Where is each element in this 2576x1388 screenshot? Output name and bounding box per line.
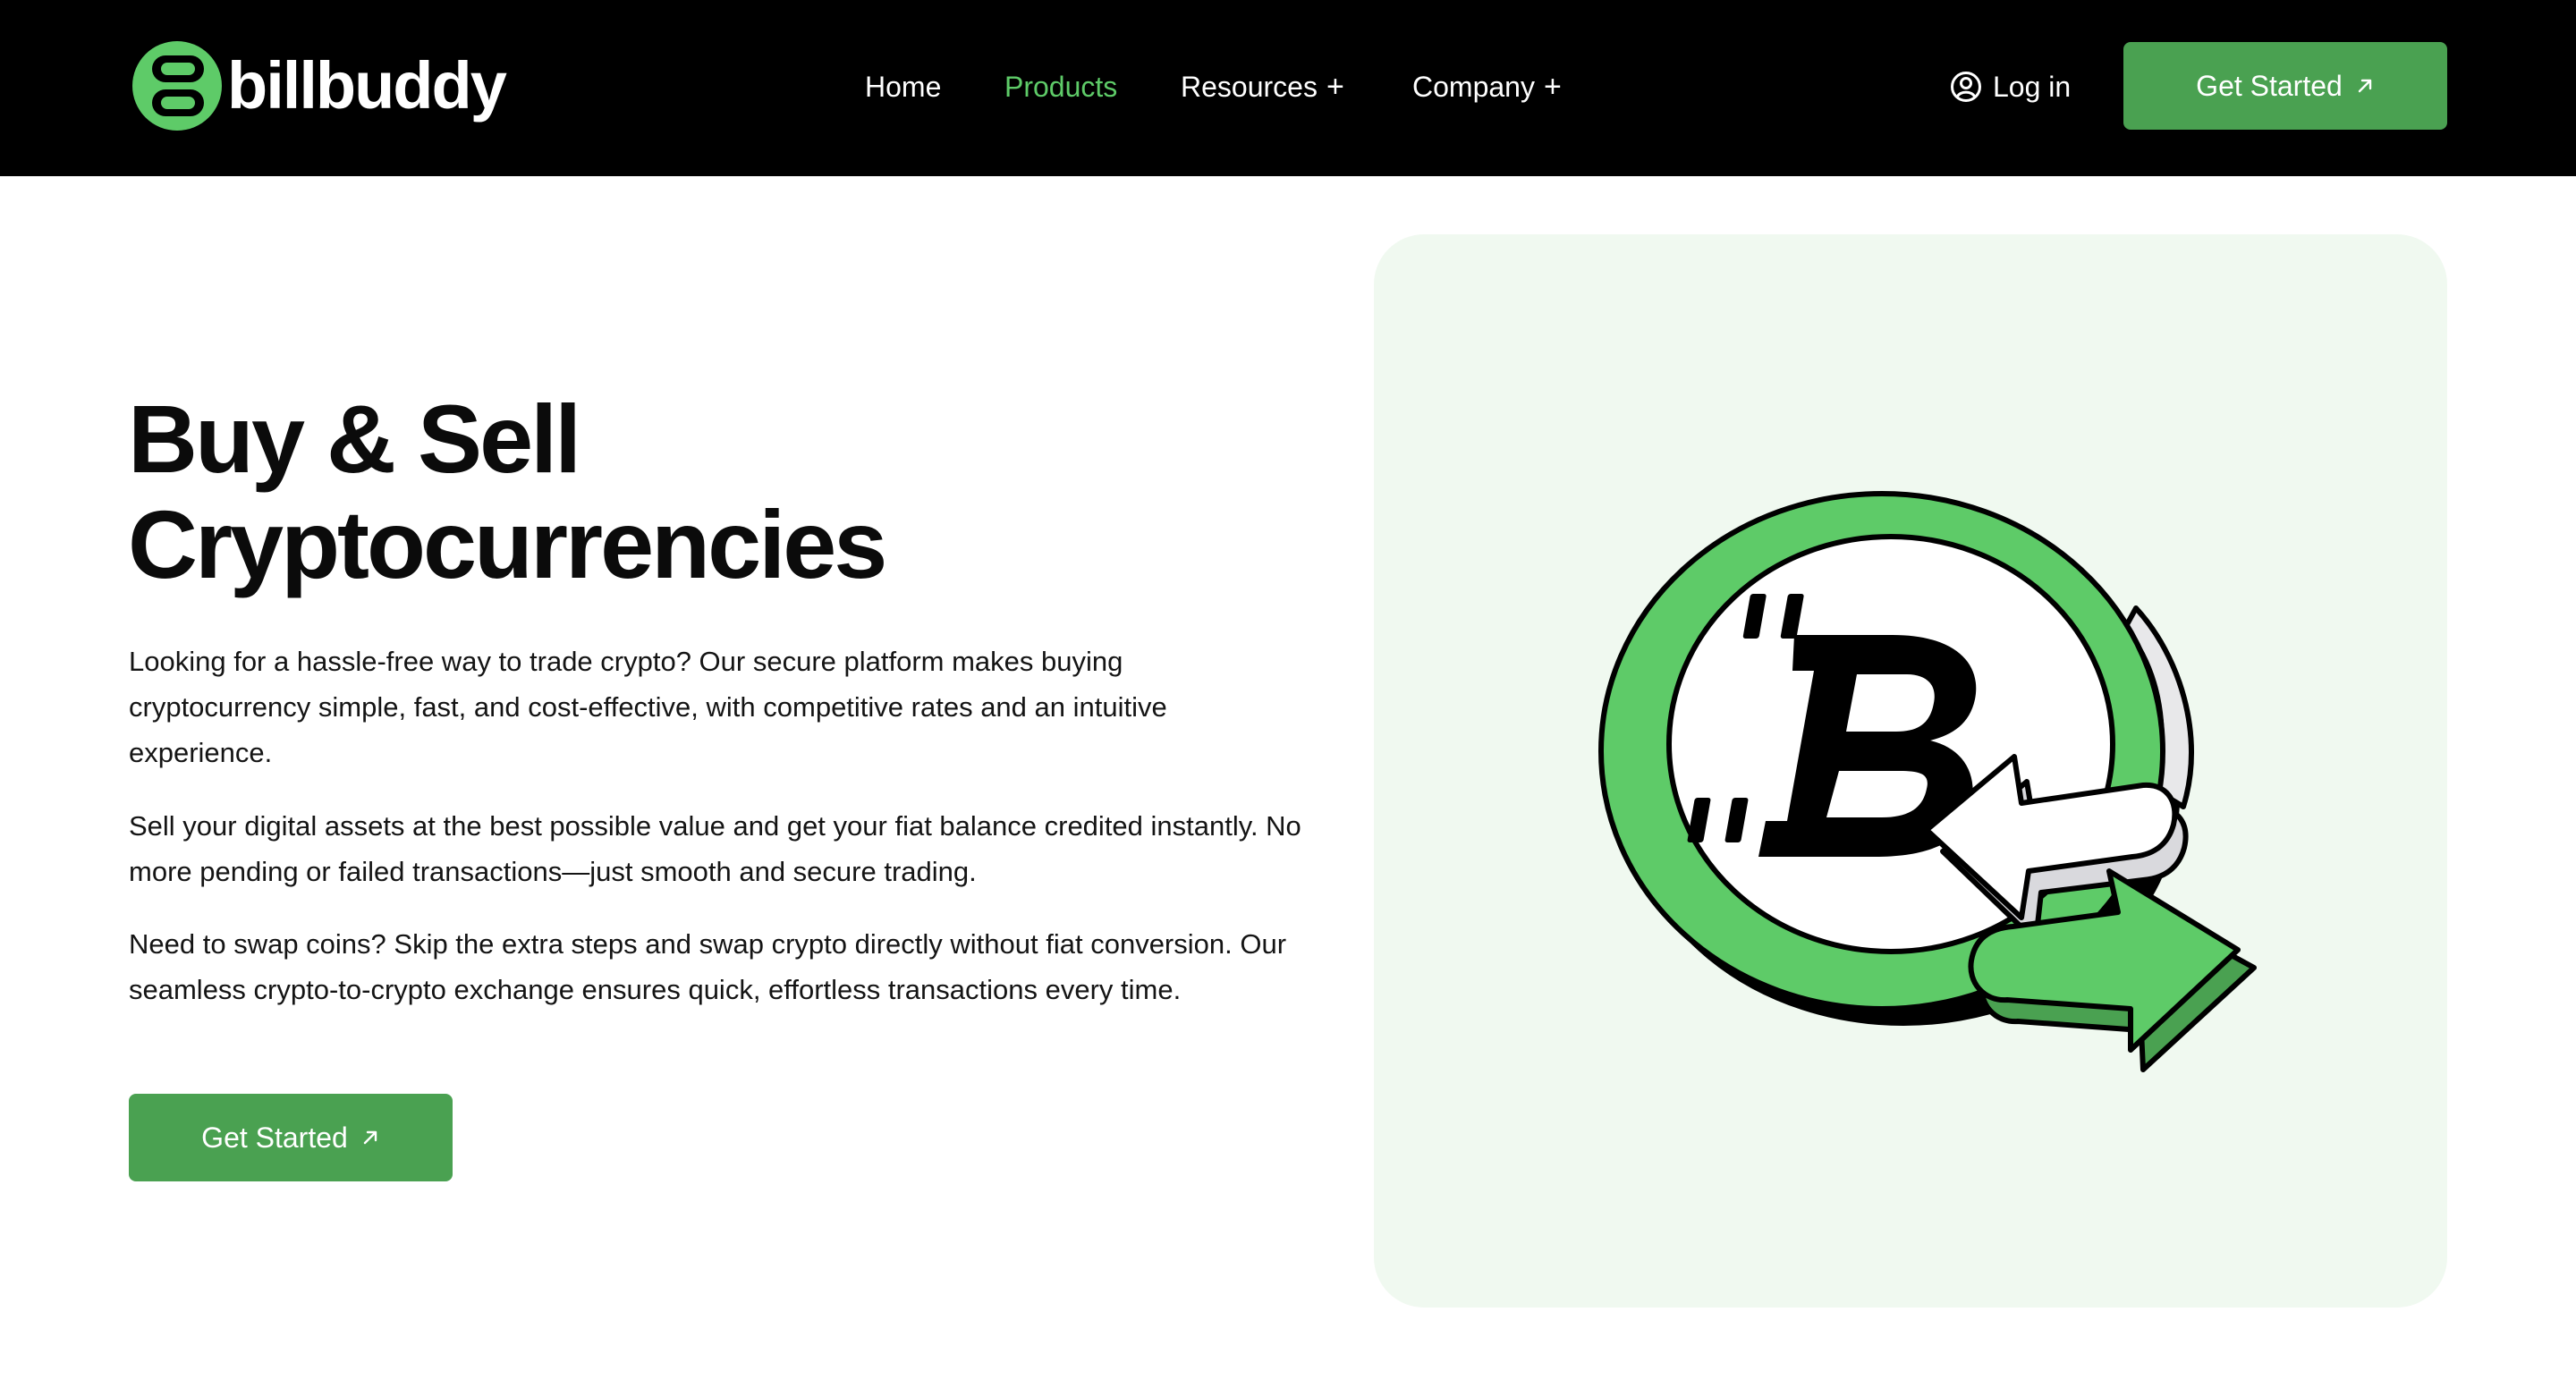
nav-company-label: Company	[1412, 71, 1535, 103]
login-link[interactable]: Log in	[1950, 64, 2071, 109]
arrow-up-right-icon	[363, 1130, 377, 1145]
bitcoin-exchange-illustration	[1598, 491, 2257, 1072]
hero-paragraph-buy: Looking for a hassle-free way to trade c…	[129, 646, 1167, 768]
nav-products-label: Products	[1004, 71, 1118, 103]
plus-icon: +	[1543, 70, 1562, 104]
arrow-up-right-icon	[2358, 79, 2372, 93]
nav-products[interactable]: Products	[1004, 64, 1117, 109]
site-header: billbuddy Home Products Resources + Compa…	[0, 0, 2576, 176]
hero-title-line-2: Cryptocurrencies	[128, 490, 887, 598]
hero-paragraph-sell: Sell your digital assets at the best pos…	[129, 810, 1301, 887]
header-get-started-button[interactable]: Get Started	[2123, 42, 2447, 130]
nav-company[interactable]: Company +	[1412, 64, 1562, 109]
nav-home[interactable]: Home	[865, 64, 941, 109]
hero-paragraph-swap: Need to swap coins? Skip the extra steps…	[129, 928, 1287, 1005]
nav-resources[interactable]: Resources +	[1181, 64, 1344, 109]
nav-home-label: Home	[865, 71, 942, 103]
hero-title-line-1: Buy & Sell	[128, 385, 581, 493]
user-circle-icon	[1951, 72, 1981, 102]
hero-get-started-button[interactable]: Get Started	[129, 1094, 453, 1181]
login-label: Log in	[1993, 71, 2072, 103]
hero-cta-label: Get Started	[201, 1121, 348, 1154]
header-cta-label: Get Started	[2196, 69, 2343, 102]
hero-illustration-panel	[1374, 234, 2447, 1308]
hero-title: Buy & Sell Cryptocurrencies	[128, 386, 1291, 597]
plus-icon: +	[1326, 70, 1344, 104]
nav-resources-label: Resources	[1181, 71, 1318, 103]
